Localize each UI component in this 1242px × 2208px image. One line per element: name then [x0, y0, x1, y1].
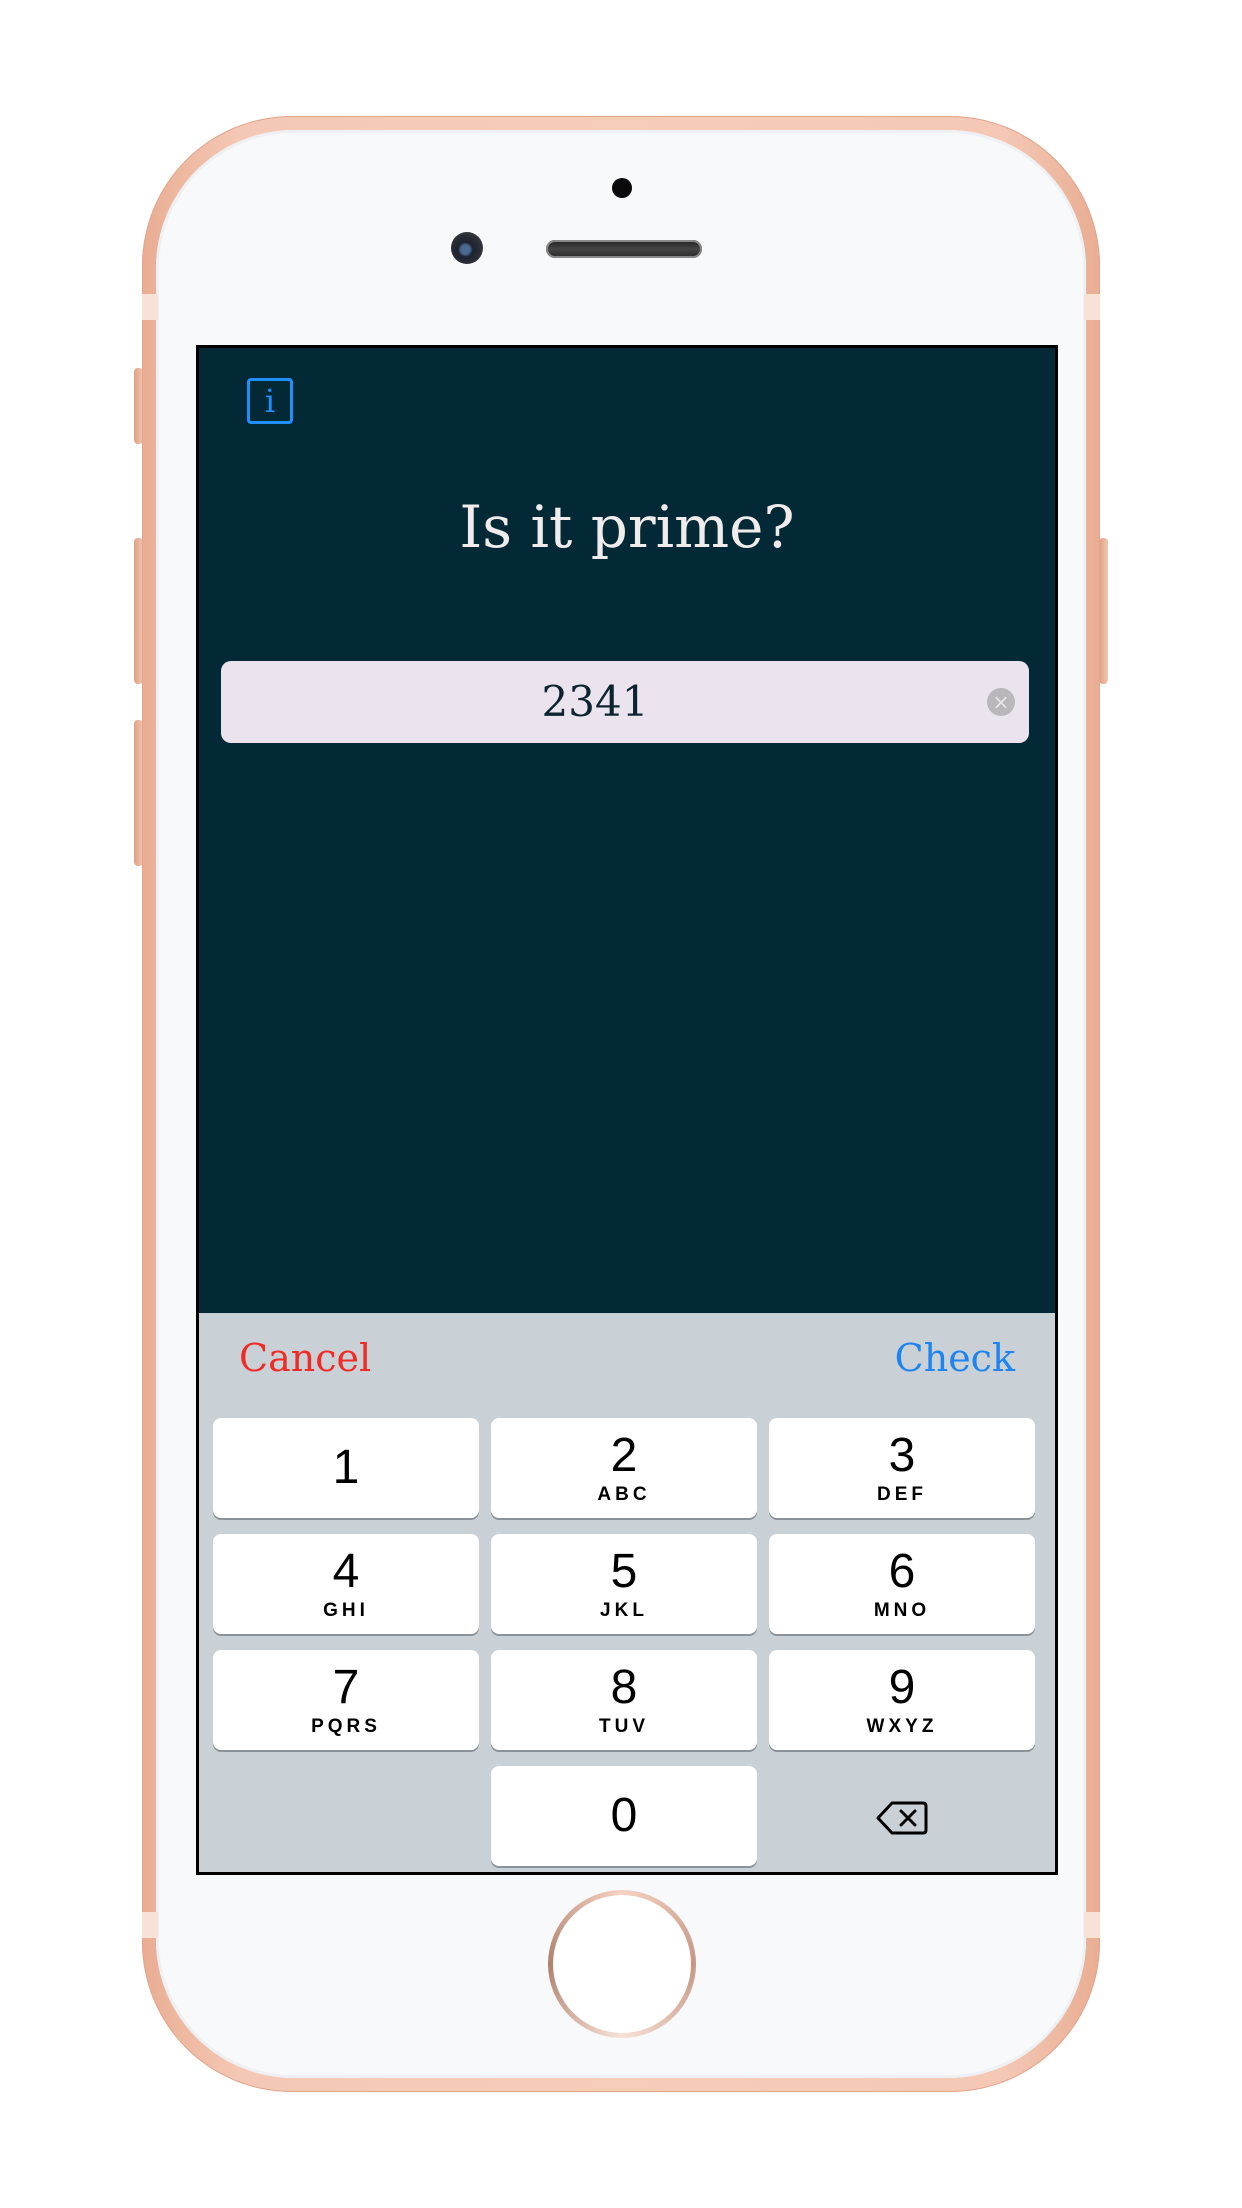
key-digit: 6: [888, 1545, 916, 1598]
key-5[interactable]: 5 JKL: [491, 1534, 757, 1634]
page-title: Is it prime?: [459, 493, 795, 561]
device-mockup: i Is it prime? 2341 × Cancel Check 1 2 A…: [0, 0, 1242, 2208]
delete-key[interactable]: [769, 1768, 1035, 1868]
antenna-band: [142, 294, 158, 320]
home-button[interactable]: [548, 1890, 696, 2038]
key-8[interactable]: 8 TUV: [491, 1650, 757, 1750]
key-7[interactable]: 7 PQRS: [213, 1650, 479, 1750]
app-screen: i Is it prime? 2341 × Cancel Check 1 2 A…: [196, 345, 1058, 1875]
key-4[interactable]: 4 GHI: [213, 1534, 479, 1634]
numeric-keypad: Cancel Check 1 2 ABC 3 DEF 4 GHI 5 JKL 6…: [199, 1313, 1055, 1872]
key-digit: 0: [610, 1789, 638, 1842]
antenna-band: [1084, 1912, 1100, 1938]
clear-icon[interactable]: ×: [987, 688, 1015, 716]
key-letters: GHI: [323, 1600, 369, 1621]
number-input-value[interactable]: 2341: [221, 661, 969, 743]
key-letters: PQRS: [311, 1716, 381, 1737]
key-letters: JKL: [600, 1600, 648, 1621]
key-letters: ABC: [597, 1484, 651, 1505]
key-digit: 7: [332, 1661, 360, 1714]
earpiece-speaker: [546, 240, 702, 258]
check-button[interactable]: Check: [895, 1313, 1015, 1403]
key-digit: 8: [610, 1661, 638, 1714]
power-button: [1099, 538, 1108, 684]
key-letters: TUV: [599, 1716, 649, 1737]
key-digit: 2: [610, 1429, 638, 1482]
key-digit: 9: [888, 1661, 916, 1714]
cancel-button[interactable]: Cancel: [239, 1313, 371, 1403]
key-2[interactable]: 2 ABC: [491, 1418, 757, 1518]
key-6[interactable]: 6 MNO: [769, 1534, 1035, 1634]
key-letters: MNO: [873, 1600, 931, 1621]
front-camera: [451, 232, 483, 264]
key-letters: DEF: [877, 1484, 927, 1505]
antenna-band: [1084, 294, 1100, 320]
proximity-sensor: [612, 178, 632, 198]
key-9[interactable]: 9 WXYZ: [769, 1650, 1035, 1750]
key-digit: 4: [332, 1545, 360, 1598]
info-icon[interactable]: i: [247, 378, 293, 424]
antenna-band: [142, 1912, 158, 1938]
backspace-icon: [876, 1801, 928, 1835]
key-0[interactable]: 0: [491, 1766, 757, 1866]
key-digit: 3: [888, 1429, 916, 1482]
key-digit: 5: [610, 1545, 638, 1598]
key-3[interactable]: 3 DEF: [769, 1418, 1035, 1518]
number-input[interactable]: 2341 ×: [221, 661, 1029, 743]
key-digit: 1: [332, 1441, 360, 1494]
keyboard-accessory-bar: Cancel Check: [199, 1313, 1055, 1403]
key-letters: WXYZ: [866, 1716, 938, 1737]
key-1[interactable]: 1: [213, 1418, 479, 1518]
